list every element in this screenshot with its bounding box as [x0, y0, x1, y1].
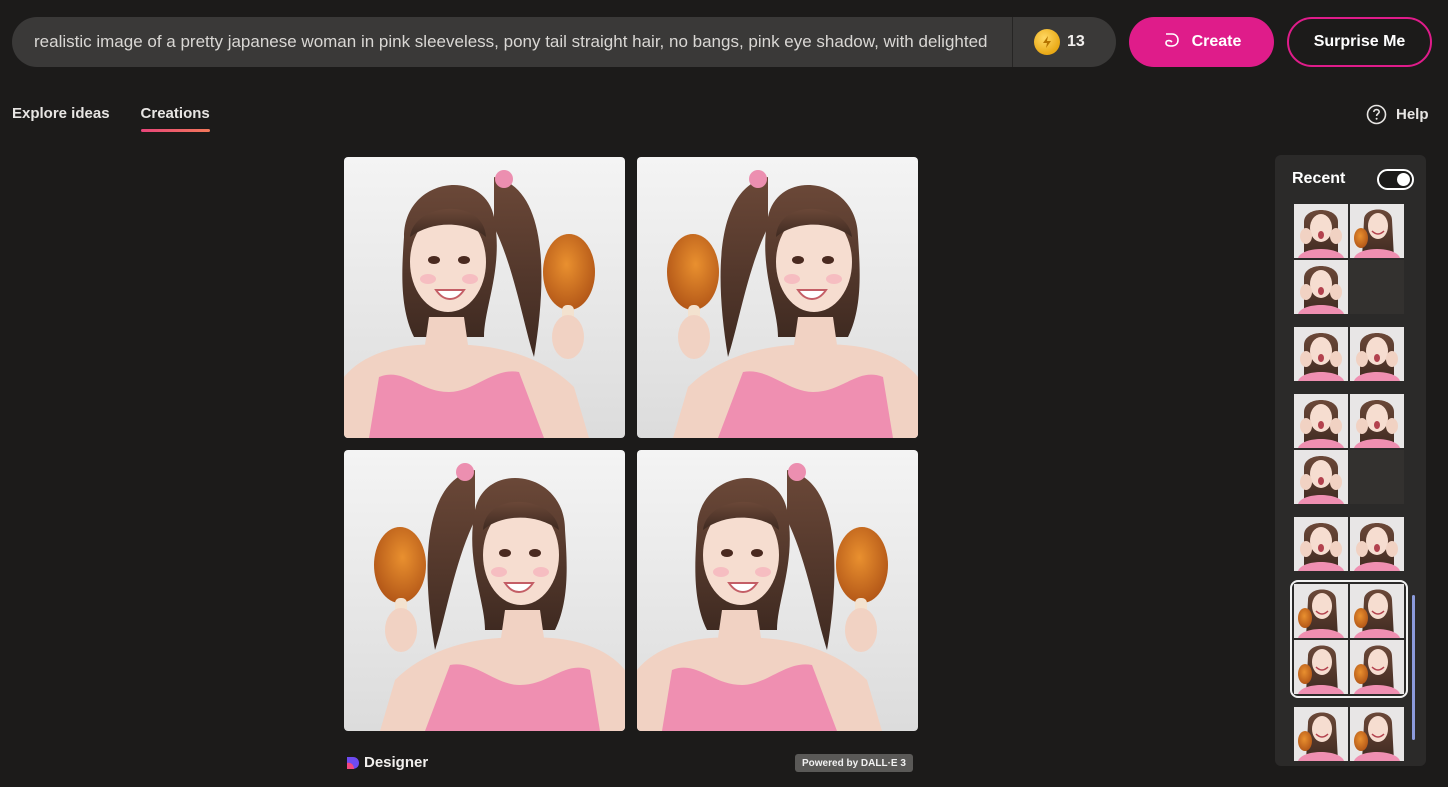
boost-count: 13: [1067, 33, 1085, 50]
recent-thumb[interactable]: [1294, 394, 1348, 448]
designer-create-icon: [1162, 30, 1182, 55]
recent-group-selected[interactable]: [1290, 580, 1408, 698]
generated-image-2[interactable]: [637, 157, 918, 438]
recent-toggle[interactable]: [1377, 169, 1414, 190]
prompt-input[interactable]: realistic image of a pretty japanese wom…: [12, 32, 1012, 52]
recent-thumb[interactable]: [1294, 640, 1348, 694]
recent-thumb[interactable]: [1350, 517, 1404, 571]
generated-image-4[interactable]: [637, 450, 918, 731]
image-grid: [344, 157, 918, 731]
create-button-label: Create: [1191, 33, 1242, 50]
recent-group-6[interactable]: [1294, 707, 1404, 761]
recent-group-1[interactable]: [1294, 204, 1404, 314]
recent-thumb[interactable]: [1350, 394, 1404, 448]
boost-coin-icon: [1034, 29, 1060, 55]
recent-group-2[interactable]: [1294, 327, 1404, 381]
recent-thumb[interactable]: [1294, 707, 1348, 761]
recent-group-3[interactable]: [1294, 394, 1404, 504]
surprise-me-label: Surprise Me: [1313, 33, 1406, 50]
powered-by-badge: Powered by DALL·E 3: [795, 754, 913, 772]
tab-explore-ideas[interactable]: Explore ideas: [12, 105, 110, 132]
designer-logo-icon: [347, 756, 359, 769]
tab-bar: Explore ideas Creations: [12, 105, 210, 132]
recent-thumb[interactable]: [1294, 584, 1348, 638]
recent-thumb-empty: [1350, 260, 1404, 314]
help-label: Help: [1396, 106, 1429, 123]
recent-group-4[interactable]: [1294, 517, 1404, 571]
recent-thumb[interactable]: [1294, 260, 1348, 314]
designer-label: Designer: [364, 754, 429, 771]
recent-thumb-empty: [1350, 450, 1404, 504]
toggle-knob: [1397, 173, 1410, 186]
recent-thumb[interactable]: [1294, 204, 1348, 258]
recent-thumb[interactable]: [1350, 640, 1404, 694]
surprise-me-button[interactable]: Surprise Me: [1287, 17, 1432, 67]
recent-thumb[interactable]: [1294, 517, 1348, 571]
recent-thumbnails: [1290, 204, 1408, 766]
recent-thumb[interactable]: [1294, 327, 1348, 381]
recent-thumb[interactable]: [1350, 584, 1404, 638]
boost-counter[interactable]: 13: [1012, 17, 1116, 67]
recent-panel: Recent: [1275, 155, 1426, 766]
generated-image-3[interactable]: [344, 450, 625, 731]
recent-thumb[interactable]: [1350, 204, 1404, 258]
create-button[interactable]: Create: [1129, 17, 1274, 67]
recent-thumb[interactable]: [1350, 327, 1404, 381]
tab-creations[interactable]: Creations: [140, 105, 210, 132]
question-circle-icon: [1366, 104, 1387, 125]
recent-title: Recent: [1292, 170, 1346, 187]
help-link[interactable]: Help: [1366, 104, 1429, 125]
designer-brand: Designer: [346, 754, 428, 771]
prompt-bar: realistic image of a pretty japanese wom…: [12, 17, 1116, 67]
generated-image-1[interactable]: [344, 157, 625, 438]
recent-scrollbar[interactable]: [1412, 595, 1415, 740]
recent-thumb[interactable]: [1350, 707, 1404, 761]
recent-thumb[interactable]: [1294, 450, 1348, 504]
